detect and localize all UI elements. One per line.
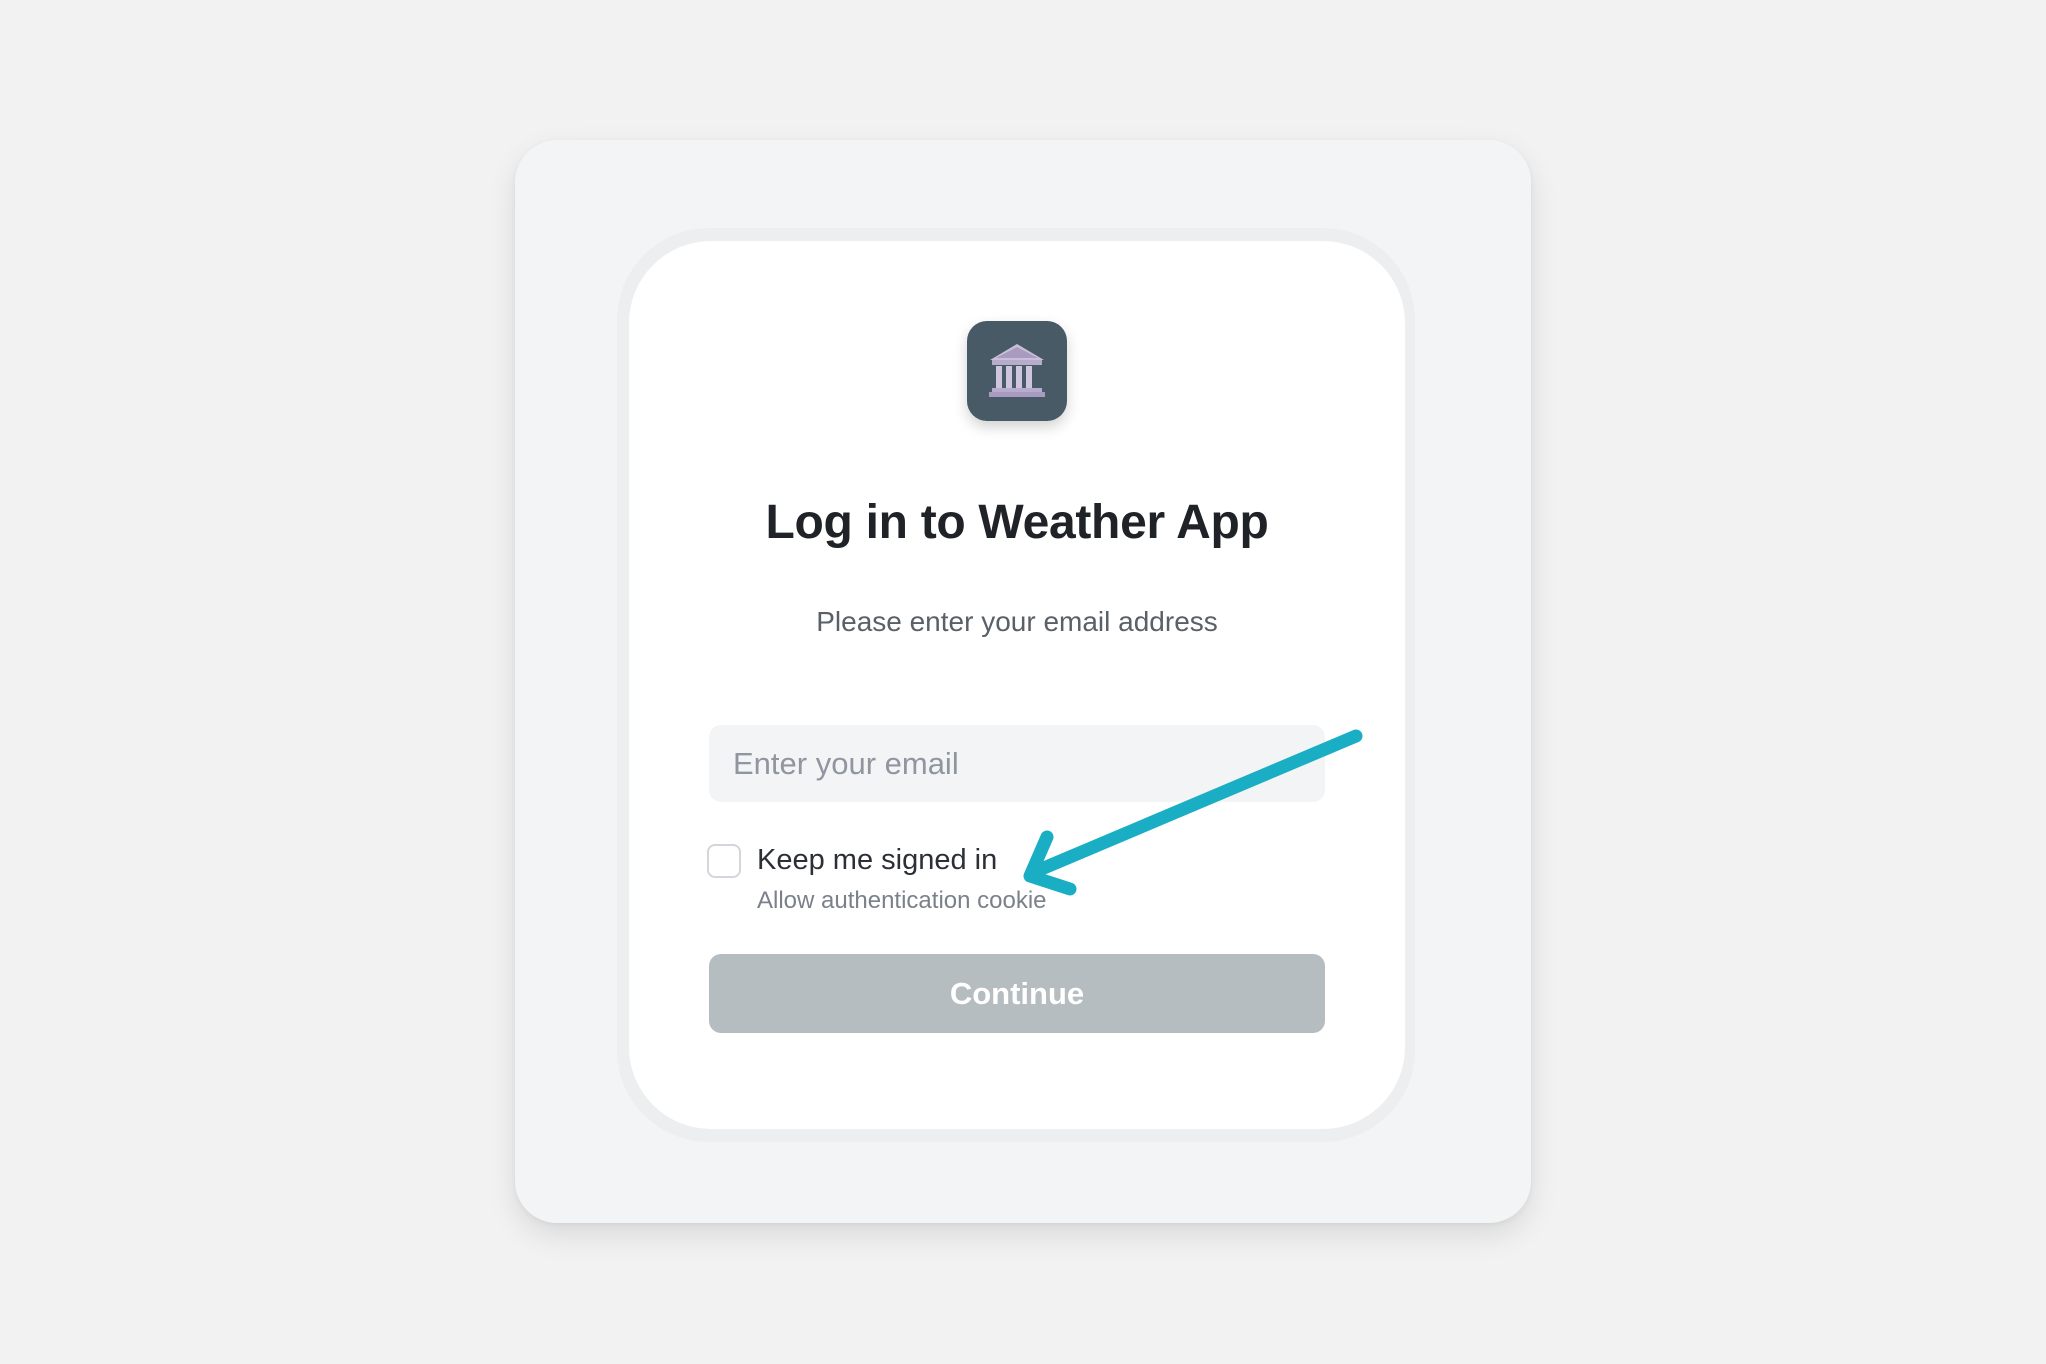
keep-me-signed-in-label[interactable]: Keep me signed in <box>757 844 997 877</box>
email-field[interactable] <box>709 725 1325 802</box>
bank-building-icon <box>989 344 1045 397</box>
continue-button[interactable]: Continue <box>709 954 1325 1033</box>
app-logo <box>967 321 1067 421</box>
cookie-hint: Allow authentication cookie <box>757 887 1047 914</box>
keep-me-signed-in-checkbox[interactable] <box>707 844 741 878</box>
page-title: Log in to Weather App <box>765 496 1269 549</box>
page-subtitle: Please enter your email address <box>816 606 1218 637</box>
